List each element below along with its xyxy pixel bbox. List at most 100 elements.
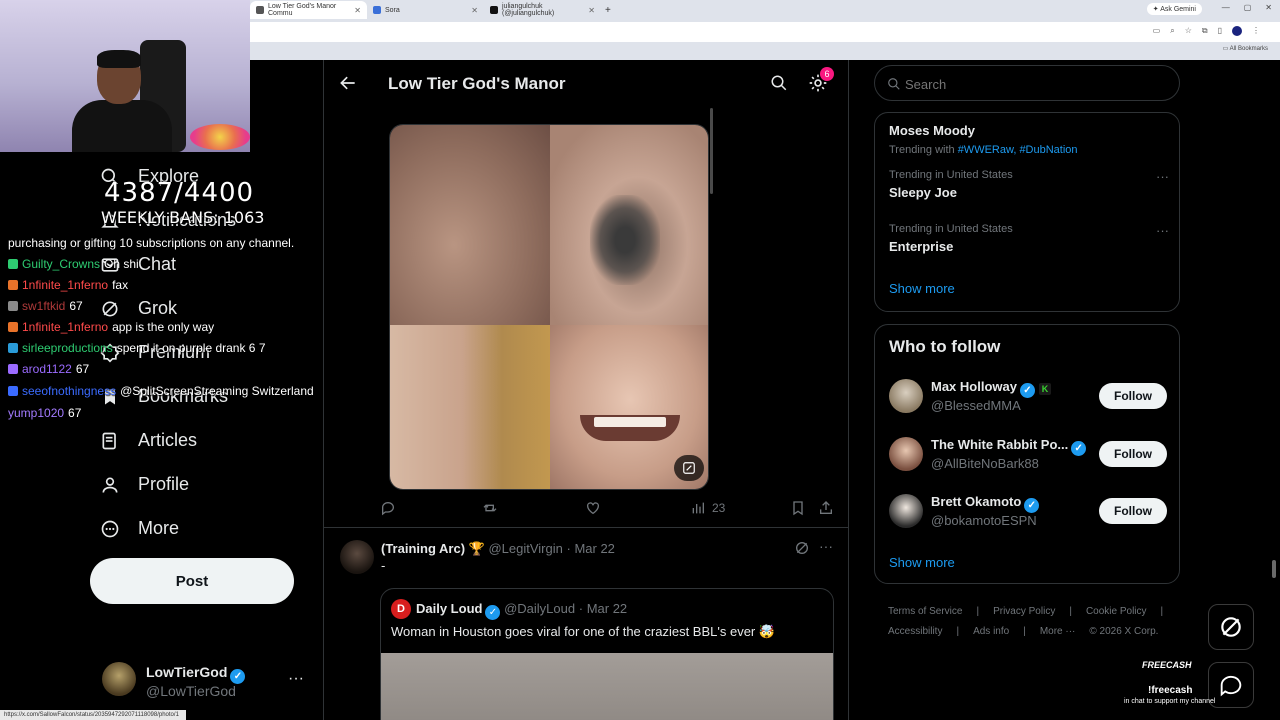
profile-avatar-icon[interactable]	[1232, 26, 1242, 36]
footer-link-more[interactable]: More ···	[1040, 626, 1076, 637]
more-icon	[100, 519, 120, 539]
collage-scrollbar[interactable]	[710, 108, 713, 194]
trend-item[interactable]: Trending in United States Sleepy Joe ···	[889, 169, 1169, 200]
grok-icon[interactable]	[794, 540, 810, 556]
author-name[interactable]: (Training Arc) 🏆	[381, 541, 485, 556]
views-count: 23	[712, 501, 726, 515]
suggestion-handle: @BlessedMMA	[931, 398, 1021, 413]
ask-gemini-button[interactable]: ✦ Ask Gemini	[1146, 3, 1202, 15]
browser-tab-sora[interactable]: Sora ✕	[367, 1, 484, 19]
new-tab-button[interactable]: +	[605, 5, 611, 16]
trend-item[interactable]: Trending in United States Enterprise ···	[889, 223, 1169, 254]
back-arrow-icon[interactable]	[338, 73, 358, 93]
chat-line: seeofnothingness @SplitScreenStreaming S…	[8, 384, 314, 398]
suggestion-name: Brett Okamoto ✓	[931, 494, 1040, 513]
verified-icon: ✓	[1024, 498, 1040, 513]
quote-author-handle: @DailyLoud	[504, 601, 576, 616]
address-bar-icons: ▭ ⌕ ☆ ⧉ ▯ ⋮	[1153, 26, 1260, 36]
status-bar-url: https://x.com/SallowFalcon/status/203594…	[0, 710, 186, 720]
all-bookmarks[interactable]: ▭ All Bookmarks	[1223, 45, 1268, 52]
search-icon[interactable]	[770, 74, 788, 92]
close-icon[interactable]: ✕	[588, 6, 595, 15]
chat-message: 67	[75, 362, 90, 376]
show-more-link[interactable]: Show more	[889, 555, 955, 570]
freecash-subtitle: in chat to support my channel	[1124, 698, 1216, 705]
repost-icon	[483, 504, 497, 512]
section-title: Who to follow	[889, 337, 1001, 356]
daily-loud-avatar-icon: D	[391, 599, 411, 619]
views-button[interactable]: 23	[690, 500, 725, 516]
flower-rug	[190, 124, 250, 150]
avatar[interactable]	[340, 540, 374, 574]
like-button[interactable]	[585, 500, 601, 516]
extensions-icon[interactable]: ⧉	[1202, 26, 1208, 36]
more-icon[interactable]: ···	[1156, 169, 1169, 184]
chat-line: 1nfinite_1nferno app is the only way	[8, 320, 214, 334]
zoom-icon[interactable]: ⌕	[1170, 26, 1174, 36]
footer-link-ads[interactable]: Ads info	[973, 626, 1009, 637]
search-field[interactable]	[874, 65, 1180, 101]
nav-articles[interactable]: Articles	[100, 430, 197, 451]
share-icon	[820, 501, 832, 514]
follow-suggestion[interactable]: The White Rabbit Po... ✓ @AllBiteNoBark88…	[889, 435, 1169, 475]
profile-icon	[100, 475, 120, 495]
more-icon[interactable]: ···	[1156, 223, 1169, 238]
tweet[interactable]: (Training Arc) 🏆 @LegitVirgin · Mar 22 -…	[324, 528, 848, 720]
sidepanel-icon[interactable]: ▯	[1218, 26, 1222, 36]
trend-name: Sleepy Joe	[889, 185, 957, 200]
trend-hashtag[interactable]: #WWERaw	[958, 144, 1014, 156]
close-window-icon[interactable]: ✕	[1265, 3, 1272, 12]
nav-profile[interactable]: Profile	[100, 474, 189, 495]
follow-button[interactable]: Follow	[1099, 498, 1167, 524]
footer-link-terms[interactable]: Terms of Service	[888, 606, 962, 617]
follow-suggestion[interactable]: Brett Okamoto ✓ @bokamotoESPN Follow	[889, 492, 1169, 532]
account-switcher[interactable]: LowTierGod ✓ @LowTierGod ···	[100, 660, 310, 704]
suggestion-handle: @AllBiteNoBark88	[931, 456, 1039, 471]
avatar	[889, 494, 923, 528]
maximize-icon[interactable]: ▢	[1244, 3, 1252, 12]
follow-suggestion[interactable]: Max Holloway ✓ K @BlessedMMA Follow	[889, 377, 1169, 417]
star-icon[interactable]: ☆	[1185, 26, 1192, 36]
search-input[interactable]	[905, 74, 1165, 94]
verified-icon: ✓	[230, 669, 246, 684]
menu-icon[interactable]: ⋮	[1252, 26, 1260, 36]
follow-button[interactable]: Follow	[1099, 383, 1167, 409]
show-more-link[interactable]: Show more	[889, 281, 955, 296]
footer-separator: |	[1023, 626, 1026, 637]
cast-icon[interactable]: ▭	[1153, 26, 1161, 36]
tweet-actions: 23	[380, 500, 840, 520]
footer-link-privacy[interactable]: Privacy Policy	[993, 606, 1055, 617]
chat-line: sirleeproductions spend it on purple dra…	[8, 341, 266, 355]
close-icon[interactable]: ✕	[471, 6, 478, 15]
verified-icon: ✓	[1019, 383, 1035, 398]
tweet-date[interactable]: Mar 22	[574, 541, 614, 556]
trend-hashtag[interactable]: #DubNation	[1019, 144, 1077, 156]
more-icon[interactable]: ···	[288, 670, 304, 688]
more-icon[interactable]: ···	[819, 538, 833, 554]
trend-item[interactable]: Moses Moody Trending with #WWERaw, #DubN…	[889, 119, 1169, 156]
window-controls: — ▢ ✕	[1222, 3, 1272, 12]
browser-tab-manor[interactable]: Low Tier God's Manor Commu ✕	[250, 1, 367, 19]
post-button[interactable]: Post	[90, 558, 294, 604]
quoted-tweet[interactable]: D Daily Loud ✓ @DailyLoud · Mar 22 Woman …	[380, 588, 834, 720]
reply-button[interactable]	[380, 500, 396, 516]
collage-photo-1	[390, 125, 550, 325]
follow-button[interactable]: Follow	[1099, 441, 1167, 467]
image-edit-button[interactable]	[674, 455, 704, 481]
minimize-icon[interactable]: —	[1222, 3, 1230, 12]
bookmark-button[interactable]	[790, 500, 806, 516]
browser-tab-tiktok[interactable]: juliangulchuk (@juliangulchuk) ✕	[484, 1, 601, 19]
nav-more[interactable]: More	[100, 518, 179, 539]
address-bar[interactable]	[250, 22, 1280, 42]
footer-link-cookie[interactable]: Cookie Policy	[1086, 606, 1147, 617]
close-icon[interactable]: ✕	[354, 6, 361, 15]
share-button[interactable]	[818, 500, 834, 516]
nav-grok[interactable]: Grok	[100, 298, 177, 319]
repost-button[interactable]	[482, 500, 498, 516]
page-scrollbar[interactable]	[1272, 560, 1276, 578]
grok-floating-button[interactable]	[1208, 604, 1254, 650]
separator-dot: ·	[578, 601, 584, 616]
tweet-image-collage[interactable]	[389, 124, 709, 490]
footer-link-accessibility[interactable]: Accessibility	[888, 626, 942, 637]
tab-label: juliangulchuk (@juliangulchuk)	[502, 3, 555, 17]
